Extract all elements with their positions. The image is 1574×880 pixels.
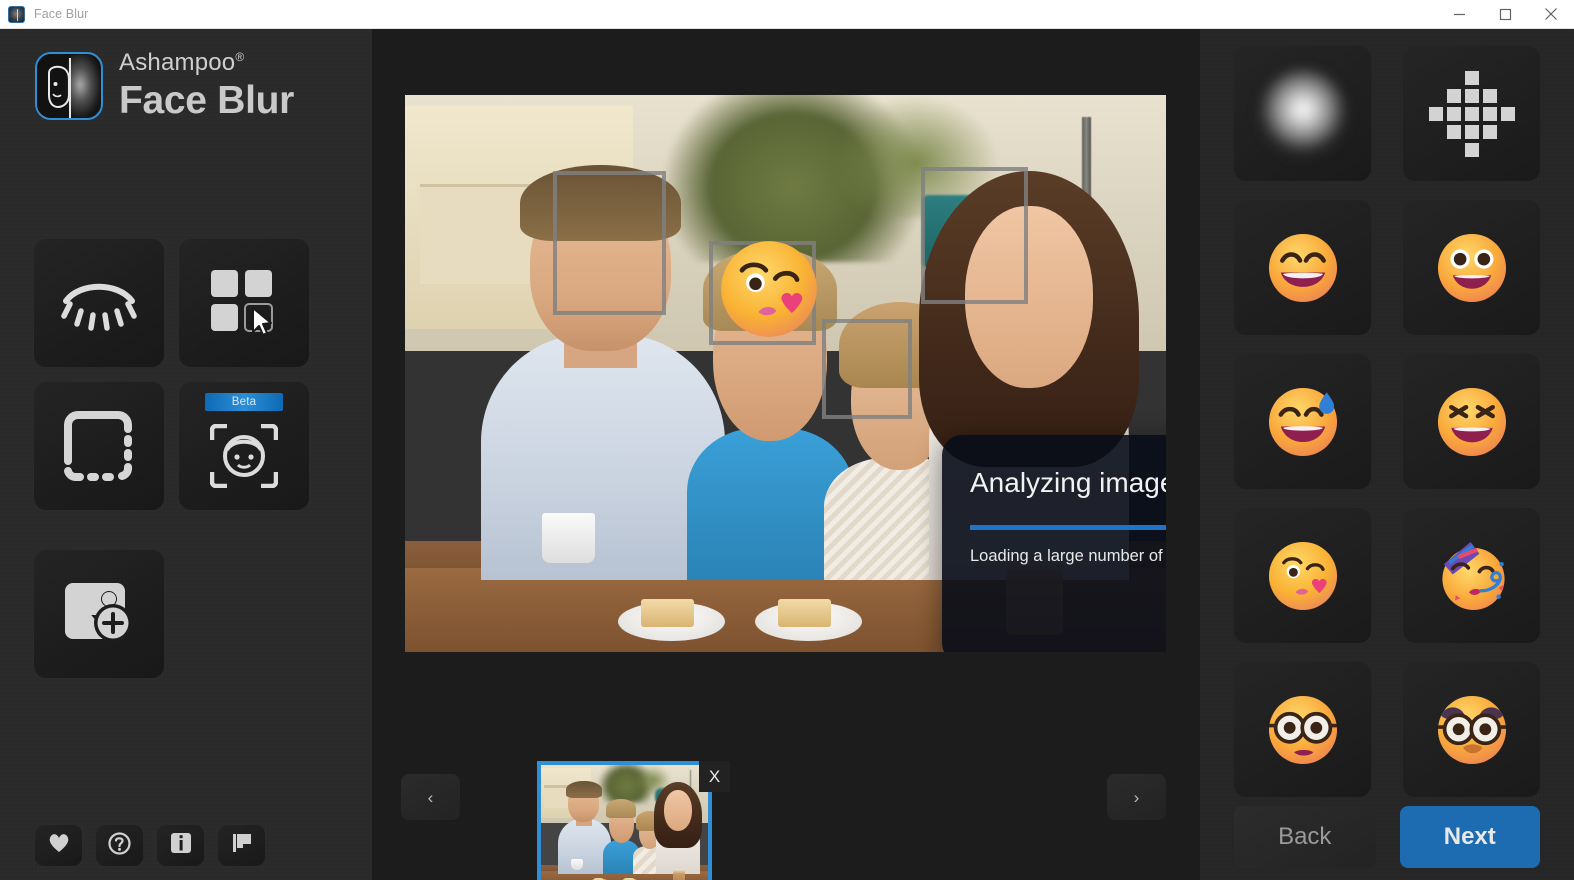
chevron-left-icon: ‹ <box>427 787 434 807</box>
minimize-button[interactable] <box>1436 0 1482 29</box>
add-image-icon <box>61 579 137 649</box>
face-box-man[interactable] <box>553 171 666 315</box>
flag-icon <box>231 832 253 859</box>
effect-emoji-grin[interactable] <box>1234 200 1371 335</box>
face-box-woman[interactable] <box>921 167 1028 304</box>
face-blowing-a-kiss <box>1266 539 1340 613</box>
next-image-button[interactable]: › <box>1107 774 1166 820</box>
title-bar: Face Blur <box>0 0 1574 29</box>
grinning-face-with-big-eyes <box>1435 231 1509 305</box>
brand-product: Face Blur <box>119 79 295 122</box>
effects-grid <box>1234 46 1540 797</box>
window-title: Face Blur <box>34 7 89 21</box>
face-blur-window: Face Blur Ashampoo® Face Blur Beta Analy… <box>0 0 1574 880</box>
brand-header: Ashampoo® Face Blur <box>35 51 294 120</box>
report-button[interactable] <box>218 825 265 866</box>
applied-emoji-kissing-heart[interactable] <box>717 237 821 341</box>
help-button[interactable] <box>96 825 143 866</box>
tool-face-detect[interactable]: Beta <box>179 382 309 510</box>
effect-blur[interactable] <box>1234 46 1371 181</box>
center-panel: Analyzing images... Loading a large numb… <box>372 29 1200 880</box>
effects-sidebar: Back Next <box>1200 29 1574 880</box>
progress-bar <box>970 525 1166 530</box>
chevron-right-icon: › <box>1133 787 1140 807</box>
face-blur-app-icon <box>8 5 25 23</box>
dashed-rectangle-icon <box>62 409 136 483</box>
nerd-face <box>1266 693 1340 767</box>
tool-select-region[interactable] <box>179 239 309 367</box>
tool-grid: Beta <box>34 239 309 510</box>
effect-emoji-party[interactable] <box>1403 508 1540 643</box>
pixelate-icon <box>1428 70 1515 157</box>
effect-emoji-disguise[interactable] <box>1403 662 1540 797</box>
effect-pixelate[interactable] <box>1403 46 1540 181</box>
beta-badge: Beta <box>205 393 283 411</box>
closed-eye-icon <box>60 274 138 332</box>
gaussian-blur-icon <box>1256 67 1349 160</box>
face-detect-frame-icon <box>210 424 278 488</box>
info-button[interactable] <box>157 825 204 866</box>
face-box-girl[interactable] <box>822 319 912 419</box>
window-controls <box>1436 0 1574 29</box>
beaming-face-with-smiling-eyes <box>1266 231 1340 305</box>
next-button[interactable]: Next <box>1399 806 1540 868</box>
analyzing-dialog: Analyzing images... Loading a large numb… <box>942 435 1166 652</box>
dialog-title: Analyzing images... <box>970 467 1166 498</box>
tool-eye-closed[interactable] <box>34 239 164 367</box>
effect-emoji-open-mouth[interactable] <box>1403 200 1540 335</box>
effect-emoji-nerd[interactable] <box>1234 662 1371 797</box>
brand-company: Ashampoo <box>119 49 236 76</box>
favorite-button[interactable] <box>35 825 82 866</box>
thumbnail-photo <box>541 765 708 880</box>
effect-emoji-sweat[interactable] <box>1234 354 1371 489</box>
image-thumbnail-1[interactable] <box>537 761 712 880</box>
wizard-footer: Back Next <box>1234 806 1540 868</box>
effect-emoji-kiss[interactable] <box>1234 508 1371 643</box>
tool-add-image[interactable] <box>34 550 164 678</box>
heart-icon <box>48 833 70 858</box>
registered-mark: ® <box>235 50 245 64</box>
disguised-face <box>1435 693 1509 767</box>
left-footer-icons <box>35 825 265 866</box>
back-button[interactable]: Back <box>1234 806 1376 868</box>
grinning-face-with-sweat <box>1266 385 1340 459</box>
effect-emoji-squint[interactable] <box>1403 354 1540 489</box>
grid-select-cursor-icon <box>209 268 279 338</box>
progress-fill <box>970 525 1166 530</box>
tool-marquee[interactable] <box>34 382 164 510</box>
main-image-canvas[interactable]: Analyzing images... Loading a large numb… <box>405 95 1166 652</box>
maximize-button[interactable] <box>1482 0 1528 29</box>
dialog-message: Loading a large number of images may tak… <box>970 547 1166 565</box>
left-sidebar: Ashampoo® Face Blur Beta <box>0 29 372 880</box>
previous-image-button[interactable]: ‹ <box>401 774 460 820</box>
face-blur-logo <box>35 51 103 120</box>
squinting-face-with-tongue <box>1435 385 1509 459</box>
question-mark-icon <box>108 831 131 860</box>
info-icon <box>170 832 192 859</box>
partying-face <box>1435 539 1509 613</box>
remove-thumbnail-button[interactable]: X <box>699 761 730 792</box>
close-button[interactable] <box>1528 0 1574 29</box>
